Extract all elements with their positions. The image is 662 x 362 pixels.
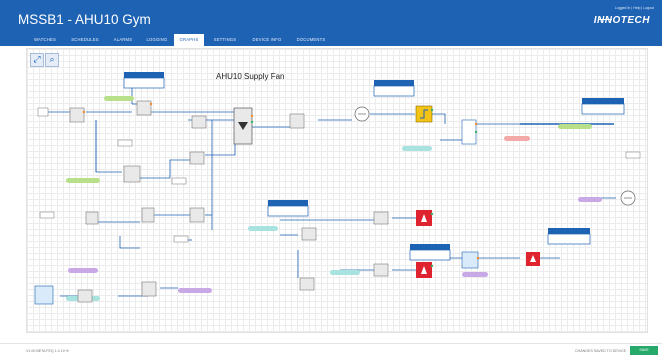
logic-block (373, 263, 389, 277)
value-box-header (374, 80, 414, 86)
logic-block (301, 227, 317, 241)
tag-pink (504, 136, 530, 141)
value-box (267, 205, 309, 217)
logic-block (299, 277, 315, 291)
logic-block (77, 289, 93, 303)
fan-block (461, 119, 477, 145)
value-box-header (582, 98, 624, 104)
mini-box (117, 139, 133, 147)
footer-version: V1.00 BETA FEQ 1.0 10 % (26, 349, 69, 353)
tag-teal (402, 146, 432, 151)
logic-block (141, 207, 155, 223)
tag-group (66, 96, 602, 301)
logic-block (123, 165, 141, 183)
tag-green (66, 178, 100, 183)
value-box (409, 249, 451, 261)
sensor-block (34, 285, 54, 305)
value-box-group (123, 72, 625, 261)
port-dot (476, 256, 480, 260)
wire (140, 159, 190, 179)
port-dot (474, 130, 478, 134)
mini-box (625, 151, 641, 159)
status-footer (0, 343, 662, 362)
footer-status: CHANGES SAVED TO DEVICE (575, 349, 626, 353)
mini-box (173, 235, 189, 243)
value-box (581, 103, 625, 115)
tag-green (104, 96, 134, 101)
value-box (123, 77, 165, 89)
wire (119, 236, 140, 249)
logic-block (136, 100, 152, 116)
value-box-header (124, 72, 164, 78)
port-dot (82, 110, 86, 114)
logic-block (289, 113, 305, 129)
value-box (373, 85, 415, 97)
tag-teal (248, 226, 278, 231)
tag-purple (178, 288, 212, 293)
logic-block (69, 107, 85, 123)
value-box (547, 233, 591, 245)
port-dot (474, 122, 478, 126)
logic-block (191, 115, 207, 129)
logic-block (85, 211, 99, 225)
tag-green (558, 124, 592, 129)
logic-block (373, 211, 389, 225)
port-dot (430, 108, 434, 112)
port-dot (250, 114, 254, 118)
wire (205, 136, 236, 156)
wiring-diagram (34, 72, 641, 305)
mini-box (37, 107, 49, 117)
value-box-header (268, 200, 308, 206)
logic-block (141, 281, 157, 297)
logic-block (189, 207, 205, 223)
logic-block (189, 151, 205, 165)
port-dot (430, 212, 434, 216)
wire (432, 113, 446, 124)
tag-purple (462, 272, 488, 277)
sensor-block (461, 251, 479, 269)
mini-box (171, 177, 187, 185)
port-dot-group (82, 102, 480, 268)
port-dot (430, 264, 434, 268)
port-dot (149, 102, 153, 106)
port-dot (250, 120, 254, 124)
value-box-header (548, 228, 590, 234)
value-box-header (410, 244, 450, 250)
tag-teal (330, 270, 360, 275)
tag-purple (68, 268, 98, 273)
save-button[interactable]: SAVE (630, 346, 658, 355)
logic-block-group (34, 100, 479, 305)
mini-box (39, 211, 55, 219)
tag-purple (578, 197, 602, 202)
